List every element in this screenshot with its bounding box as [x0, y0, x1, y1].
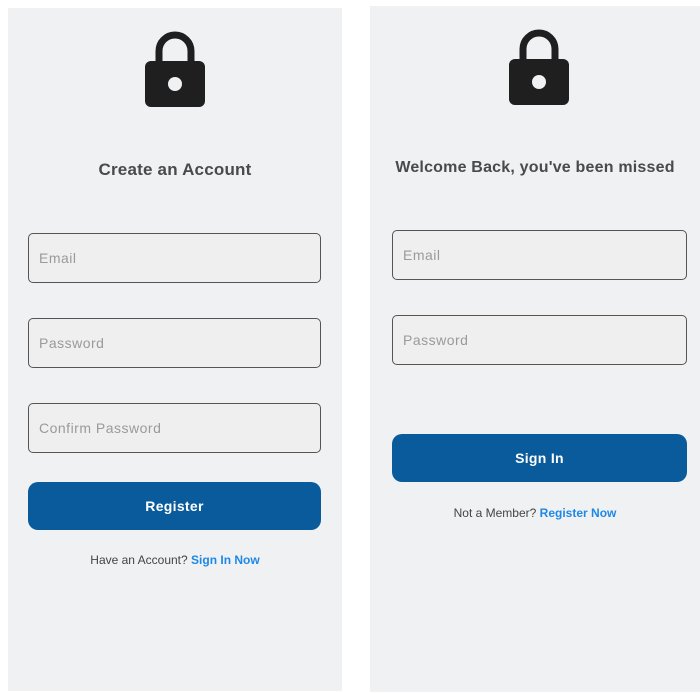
sign-in-now-link[interactable]: Sign In Now [191, 553, 260, 567]
lock-icon [509, 27, 569, 105]
confirm-password-input[interactable] [28, 403, 321, 453]
footer-text: Not a Member? [453, 506, 537, 520]
email-input[interactable] [392, 230, 687, 280]
password-input[interactable] [392, 315, 687, 365]
lock-icon [145, 29, 205, 107]
register-now-link[interactable]: Register Now [540, 506, 617, 520]
email-input[interactable] [28, 233, 321, 283]
page-title: Create an Account [98, 160, 252, 179]
password-input[interactable] [28, 318, 321, 368]
register-prompt: Not a Member? Register Now [370, 506, 700, 520]
login-screen: Welcome Back, you've been missed Sign In… [370, 6, 700, 692]
register-button[interactable]: Register [28, 482, 321, 530]
register-screen: Create an Account Register Have an Accou… [8, 8, 342, 691]
sign-in-prompt: Have an Account? Sign In Now [8, 553, 342, 567]
footer-text: Have an Account? [90, 553, 188, 567]
page-title: Welcome Back, you've been missed [395, 159, 675, 176]
sign-in-button[interactable]: Sign In [392, 434, 687, 482]
